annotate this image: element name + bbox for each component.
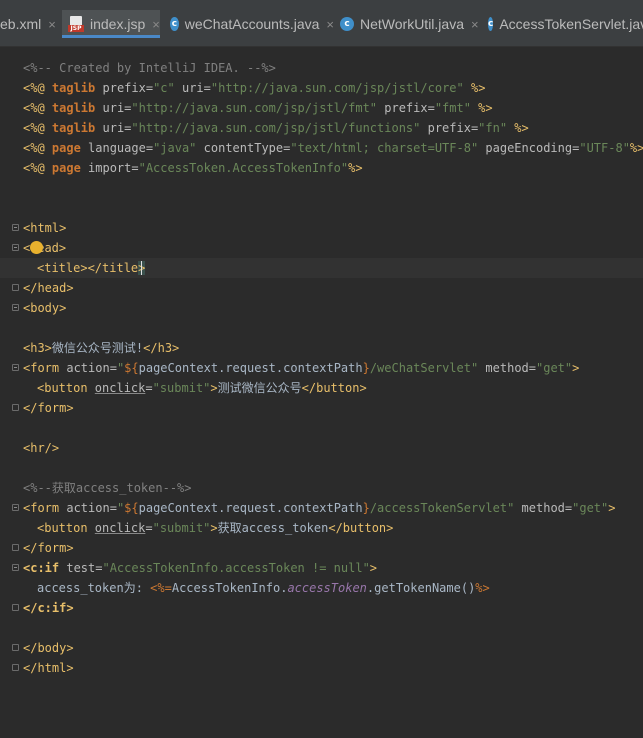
java-class-icon: c: [170, 17, 179, 31]
fold-icon[interactable]: [12, 564, 19, 571]
code-line: <%@ taglib uri="http://java.sun.com/jsp/…: [23, 121, 529, 135]
fold-icon[interactable]: [12, 284, 19, 291]
tab-label: index.jsp: [90, 16, 146, 32]
tab-web-xml[interactable]: eb.xml ×: [0, 10, 60, 38]
tab-accesstokenservlet-java[interactable]: c AccessTokenServlet.java: [484, 10, 643, 38]
code-line: <h3>微信公众号测试!</h3>: [23, 341, 180, 355]
code-line: <button onclick="submit">测试微信公众号</button…: [37, 381, 367, 395]
code-line: <button onclick="submit">获取access_token<…: [37, 521, 394, 535]
jsp-file-icon: JSP: [68, 16, 84, 32]
code-line: </form>: [0, 538, 643, 558]
tab-networkutil-java[interactable]: c NetWorkUtil.java ×: [336, 10, 482, 38]
code-line: </form>: [0, 398, 643, 418]
code-line: </body>: [0, 638, 643, 658]
code-line: <%--获取access_token--%>: [23, 481, 192, 495]
fold-icon[interactable]: [12, 604, 19, 611]
fold-icon[interactable]: [12, 544, 19, 551]
java-class-icon: c: [488, 17, 494, 31]
code-line: <%-- Created by IntelliJ IDEA. --%>: [23, 61, 276, 75]
code-line: <html>: [0, 218, 643, 238]
code-line: <form action="${pageContext.request.cont…: [0, 358, 643, 378]
lightbulb-icon[interactable]: [30, 241, 43, 254]
code-line-current: <title></title>: [0, 258, 643, 278]
text-caret: [141, 261, 142, 275]
java-class-icon: c: [340, 17, 354, 31]
fold-icon[interactable]: [12, 224, 19, 231]
fold-icon[interactable]: [12, 364, 19, 371]
editor-tab-bar: eb.xml × JSP index.jsp × c weChatAccount…: [0, 0, 643, 47]
fold-icon[interactable]: [12, 504, 19, 511]
code-line: <%@ taglib uri="http://java.sun.com/jsp/…: [23, 101, 493, 115]
code-line: </html>: [0, 658, 643, 678]
fold-icon[interactable]: [12, 304, 19, 311]
code-line: <%@ page language="java" contentType="te…: [23, 141, 643, 155]
tab-wechataccounts-java[interactable]: c weChatAccounts.java ×: [166, 10, 334, 38]
tab-label: weChatAccounts.java: [184, 16, 320, 32]
close-icon[interactable]: ×: [471, 17, 479, 32]
close-icon[interactable]: ×: [326, 17, 334, 32]
fold-icon[interactable]: [12, 644, 19, 651]
tab-label: NetWorkUtil.java: [360, 16, 464, 32]
tab-label: AccessTokenServlet.java: [499, 16, 643, 32]
code-line: </c:if>: [0, 598, 643, 618]
code-line: <%@ page import="AccessToken.AccessToken…: [23, 161, 363, 175]
fold-icon[interactable]: [12, 664, 19, 671]
code-line: <c:if test="AccessTokenInfo.accessToken …: [0, 558, 643, 578]
code-editor[interactable]: <%-- Created by IntelliJ IDEA. --%> <%@ …: [0, 47, 643, 718]
fold-icon[interactable]: [12, 404, 19, 411]
close-icon[interactable]: ×: [48, 17, 56, 32]
code-line: < ead>: [0, 238, 643, 258]
code-line: <%@ taglib prefix="c" uri="http://java.s…: [23, 81, 486, 95]
code-line: </head>: [0, 278, 643, 298]
code-line: <hr/>: [23, 441, 60, 455]
code-line: access_token为: <%=AccessTokenInfo.access…: [37, 581, 490, 595]
tab-index-jsp[interactable]: JSP index.jsp ×: [62, 10, 160, 38]
code-line: <form action="${pageContext.request.cont…: [0, 498, 643, 518]
fold-icon[interactable]: [12, 244, 19, 251]
close-icon[interactable]: ×: [152, 17, 160, 32]
tab-label: eb.xml: [0, 16, 42, 32]
code-line: <body>: [0, 298, 643, 318]
